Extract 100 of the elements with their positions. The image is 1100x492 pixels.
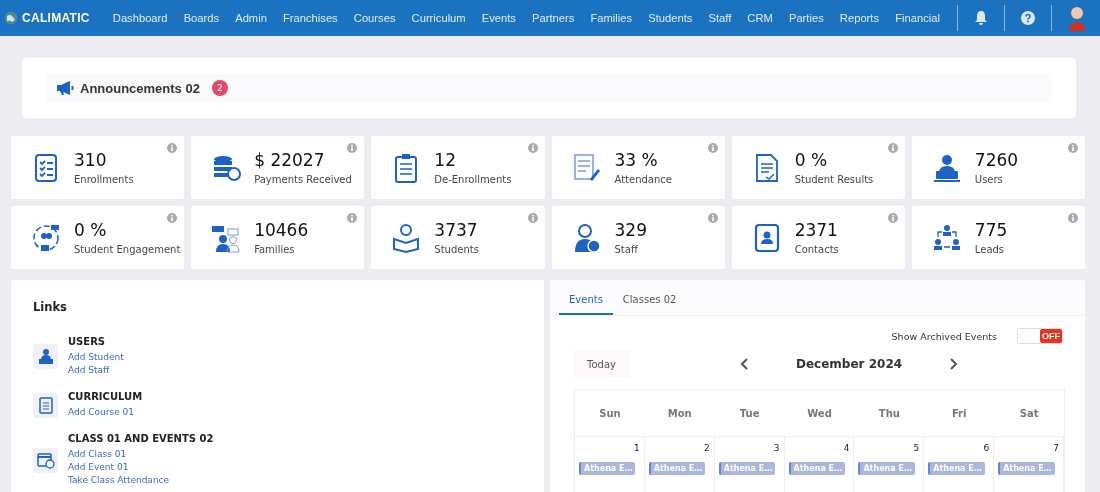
info-icon[interactable]	[707, 213, 718, 223]
stat-card[interactable]: 3737 Students	[371, 206, 545, 269]
archived-toggle[interactable]: OFF	[1017, 328, 1063, 344]
people-cycle-icon	[31, 222, 61, 253]
next-icon[interactable]	[950, 358, 959, 370]
nav-link[interactable]: Dashboard	[109, 12, 171, 24]
day-number: 4	[843, 443, 850, 453]
stat-value: 3737	[434, 220, 479, 240]
stat-card[interactable]: 10466 Families	[191, 206, 365, 269]
nav-link[interactable]: Boards	[180, 12, 223, 24]
day-number: 5	[913, 443, 920, 453]
announcements-title[interactable]: Announcements 02	[80, 80, 200, 96]
stat-value: 7260	[974, 150, 1019, 170]
nav-link[interactable]: Financial	[892, 12, 943, 24]
stat-value: 329	[614, 220, 647, 240]
user-avatar-icon[interactable]	[1068, 5, 1086, 31]
info-icon[interactable]	[167, 143, 178, 153]
day-cell[interactable]: 2 Athena E…	[644, 437, 715, 492]
weekday-header: Wed	[784, 390, 855, 437]
stat-value: 10466	[254, 220, 309, 240]
info-icon[interactable]	[527, 213, 538, 223]
links-title: Links	[33, 300, 67, 314]
info-icon[interactable]	[527, 143, 538, 153]
link-group-heading: USERS	[68, 336, 106, 347]
bell-icon[interactable]	[974, 10, 988, 26]
quick-link[interactable]: Add Staff	[68, 364, 110, 377]
link-group-heading: CLASS 01 AND EVENTS 02	[68, 433, 214, 444]
previous-icon[interactable]	[740, 358, 748, 370]
nav-link[interactable]: Admin	[232, 12, 270, 24]
calendar-tab[interactable]: Classes 02	[612, 288, 687, 315]
quick-link[interactable]: Add Course 01	[68, 406, 135, 419]
stat-card[interactable]: 33 % Attendance	[551, 136, 725, 199]
help-icon[interactable]	[1021, 11, 1035, 25]
stat-label: Student Engagement	[74, 244, 181, 255]
weekday-header: Mon	[644, 390, 715, 437]
today-button[interactable]: Today	[573, 350, 630, 378]
nav-link[interactable]: Staff	[705, 12, 735, 24]
stat-label: Payments Received	[254, 174, 352, 185]
archived-events-label: Show Archived Events	[891, 330, 997, 342]
logo-text[interactable]: CALIMATIC	[22, 11, 90, 25]
stat-card[interactable]: 775 Leads	[911, 206, 1085, 269]
nav-link[interactable]: Events	[478, 12, 519, 24]
notepad-icon	[33, 392, 58, 418]
day-cell[interactable]: 6 Athena E…	[924, 437, 995, 492]
nav-link[interactable]: Students	[645, 12, 696, 24]
person-laptop-icon	[931, 152, 962, 183]
nav-link[interactable]: Families	[587, 12, 636, 24]
report-rocket-icon	[571, 152, 602, 183]
info-icon[interactable]	[1068, 213, 1078, 223]
info-icon[interactable]	[707, 143, 718, 153]
stat-label: Students	[434, 244, 479, 255]
day-cell[interactable]: 4 Athena E…	[784, 437, 855, 492]
quick-link[interactable]: Add Class 01	[68, 448, 127, 461]
quick-link[interactable]: Add Student	[68, 351, 124, 364]
day-number: 7	[1053, 443, 1059, 453]
quick-link[interactable]: Add Event 01	[68, 461, 129, 474]
person-laptop-icon	[33, 344, 58, 369]
nav-link[interactable]: Parties	[785, 12, 827, 24]
nav-link[interactable]: CRM	[744, 12, 776, 24]
stat-card[interactable]: 0 % Student Results	[731, 136, 905, 199]
stat-label: Staff	[614, 244, 639, 255]
nav-link[interactable]: Courses	[350, 12, 399, 24]
nav-link[interactable]: Franchises	[280, 12, 341, 24]
day-cell[interactable]: 7 Athena E…	[994, 437, 1064, 492]
stat-value: 33 %	[614, 150, 659, 170]
day-number: 1	[634, 443, 640, 453]
stat-card[interactable]: 12 De-Enrollments	[371, 136, 545, 199]
link-group-heading: CURRICULUM	[68, 391, 143, 402]
day-number: 3	[773, 443, 780, 453]
reader-icon	[391, 222, 422, 253]
nav-link[interactable]: Partners	[529, 12, 578, 24]
day-number: 6	[983, 443, 990, 453]
stat-value: 0 %	[794, 150, 829, 170]
quick-link[interactable]: Take Class Attendance	[68, 474, 170, 487]
nav-link[interactable]: Curriculum	[408, 12, 469, 24]
weekday-header: Sat	[994, 390, 1064, 437]
stat-card[interactable]: 329 Staff	[551, 206, 725, 269]
info-icon[interactable]	[167, 213, 178, 223]
stat-card[interactable]: 7260 Users	[911, 136, 1085, 199]
month-title: December 2024	[796, 357, 903, 371]
stat-card[interactable]: 2371 Contacts	[731, 206, 905, 269]
info-icon[interactable]	[887, 213, 898, 223]
info-icon[interactable]	[347, 213, 358, 223]
stat-value: 12	[434, 150, 457, 170]
stat-label: De-Enrollments	[434, 174, 512, 185]
day-cell[interactable]: 3 Athena E…	[714, 437, 785, 492]
stat-card[interactable]: $ 22027 Payments Received	[191, 136, 365, 199]
day-cell[interactable]: 5 Athena E…	[854, 437, 925, 492]
weekday-header: Fri	[924, 390, 995, 437]
calendar-tab[interactable]: Events	[559, 288, 613, 315]
info-icon[interactable]	[887, 143, 898, 153]
day-cell[interactable]: 1 Athena E…	[575, 437, 645, 492]
nav-link[interactable]: Reports	[836, 12, 883, 24]
stat-label: Leads	[974, 244, 1006, 255]
info-icon[interactable]	[1068, 143, 1078, 153]
stat-card[interactable]: 0 % Student Engagement	[11, 206, 185, 269]
stat-label: Users	[974, 174, 1004, 185]
stat-card[interactable]: 310 Enrollments	[11, 136, 185, 199]
info-icon[interactable]	[347, 143, 358, 153]
stat-value: $ 22027	[254, 150, 326, 170]
